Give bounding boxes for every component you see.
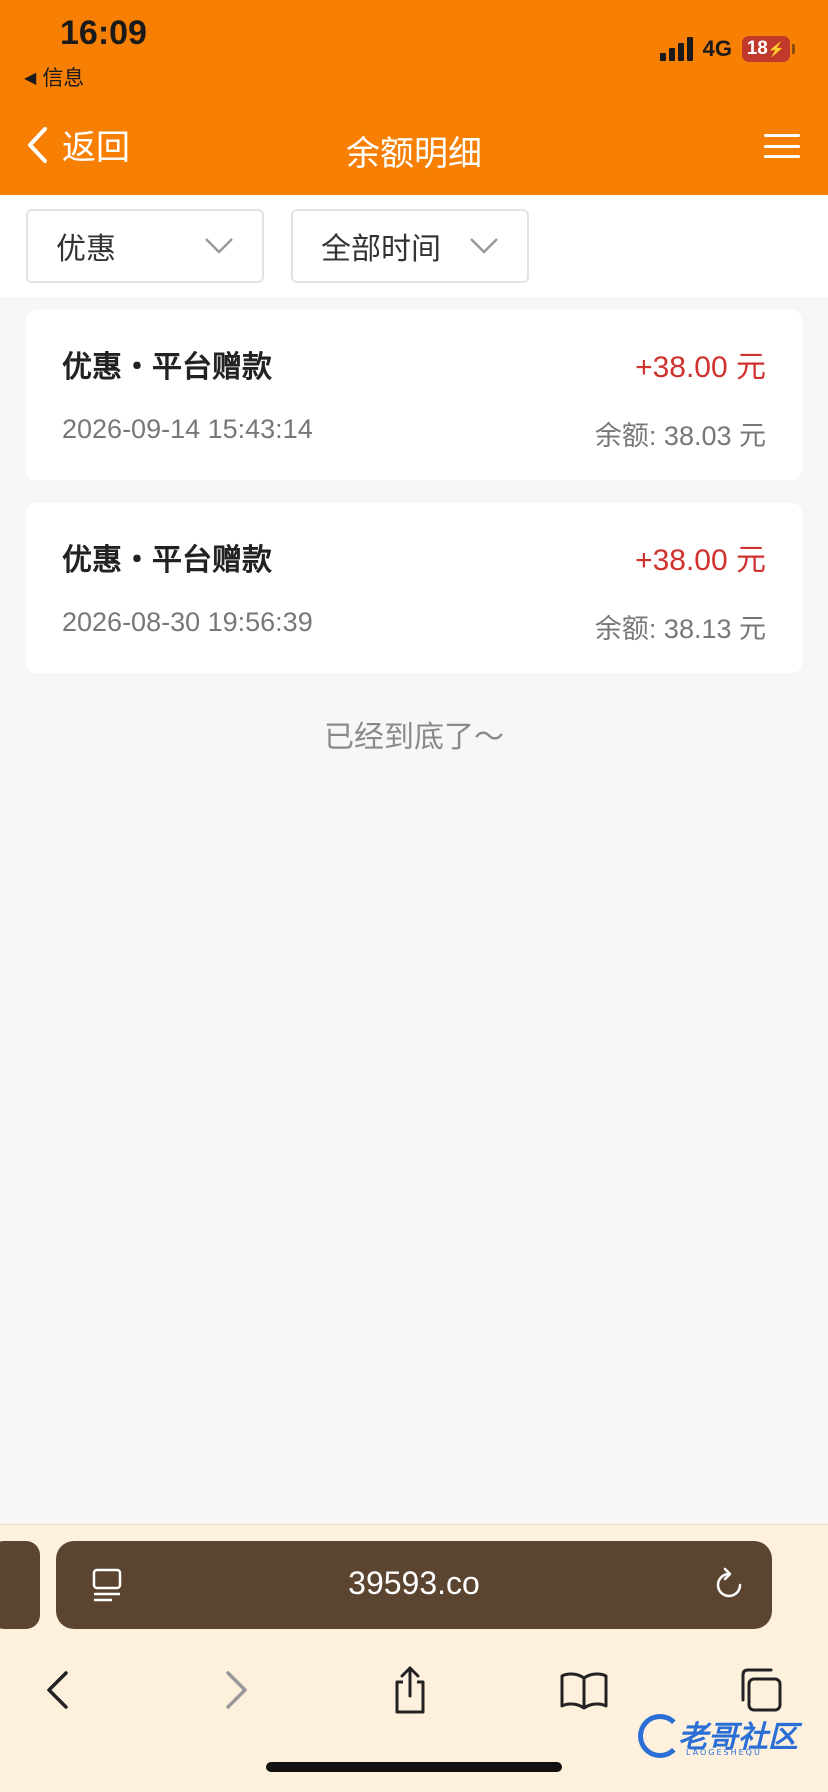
back-triangle-icon: ◀: [24, 67, 37, 87]
time-filter-dropdown[interactable]: 全部时间: [291, 209, 529, 283]
chevron-right-icon: [226, 1671, 247, 1709]
back-to-app[interactable]: ◀ 信息: [24, 62, 84, 92]
book-icon: [560, 1672, 608, 1710]
previous-tab-peek[interactable]: [0, 1541, 40, 1629]
app-header: 16:09 ◀ 信息 4G 18 ⚡ 返回 余额明细: [0, 0, 828, 195]
dragon-logo-icon: [638, 1714, 682, 1758]
address-bar[interactable]: 39593.co: [56, 1541, 772, 1629]
signal-icon: [659, 37, 693, 61]
back-app-label: 信息: [42, 66, 85, 90]
battery-icon: 18 ⚡: [742, 36, 795, 62]
tabs-button[interactable]: [735, 1665, 785, 1715]
record-amount: +38.00 元: [635, 351, 766, 384]
type-filter-label: 优惠: [56, 232, 116, 267]
share-icon: [395, 1666, 425, 1714]
reload-icon[interactable]: [712, 1567, 746, 1603]
time-filter-label: 全部时间: [321, 232, 441, 267]
status-indicators: 4G 18 ⚡: [659, 36, 795, 62]
share-button[interactable]: [385, 1665, 435, 1715]
record-balance: 余额: 38.13 元: [594, 614, 766, 644]
url-text: 39593.co: [348, 1565, 480, 1601]
type-filter-dropdown[interactable]: 优惠: [26, 209, 264, 283]
filter-bar: 优惠 全部时间: [0, 195, 828, 297]
menu-icon[interactable]: [764, 134, 800, 158]
home-indicator[interactable]: [266, 1762, 562, 1772]
list-item[interactable]: 优惠・平台赠款 +38.00 元 2026-09-14 15:43:14 余额:…: [26, 310, 802, 480]
record-time: 2026-08-30 19:56:39: [62, 607, 313, 637]
record-amount: +38.00 元: [635, 544, 766, 577]
record-balance: 余额: 38.03 元: [594, 421, 766, 451]
status-time: 16:09: [60, 14, 147, 52]
network-type: 4G: [702, 36, 732, 61]
browser-back-button[interactable]: [32, 1665, 82, 1715]
record-title: 优惠・平台赠款: [62, 350, 272, 385]
battery-level: 18: [746, 38, 768, 59]
browser-forward-button[interactable]: [212, 1665, 262, 1715]
record-title: 优惠・平台赠款: [62, 543, 272, 578]
end-of-list-text: 已经到底了～: [324, 720, 504, 755]
record-time: 2026-09-14 15:43:14: [62, 414, 313, 444]
bookmarks-button[interactable]: [559, 1665, 609, 1715]
list-item[interactable]: 优惠・平台赠款 +38.00 元 2026-08-30 19:56:39 余额:…: [26, 503, 802, 673]
page-title: 余额明细: [346, 134, 482, 174]
watermark-subtitle: LAOGESHEQU: [686, 1748, 762, 1757]
chevron-down-icon: [470, 238, 498, 254]
watermark-logo: 老哥社区 LAOGESHEQU: [638, 1712, 810, 1760]
chevron-down-icon: [205, 238, 233, 254]
tabs-icon: [741, 1668, 782, 1712]
chevron-left-icon: [47, 1671, 68, 1709]
